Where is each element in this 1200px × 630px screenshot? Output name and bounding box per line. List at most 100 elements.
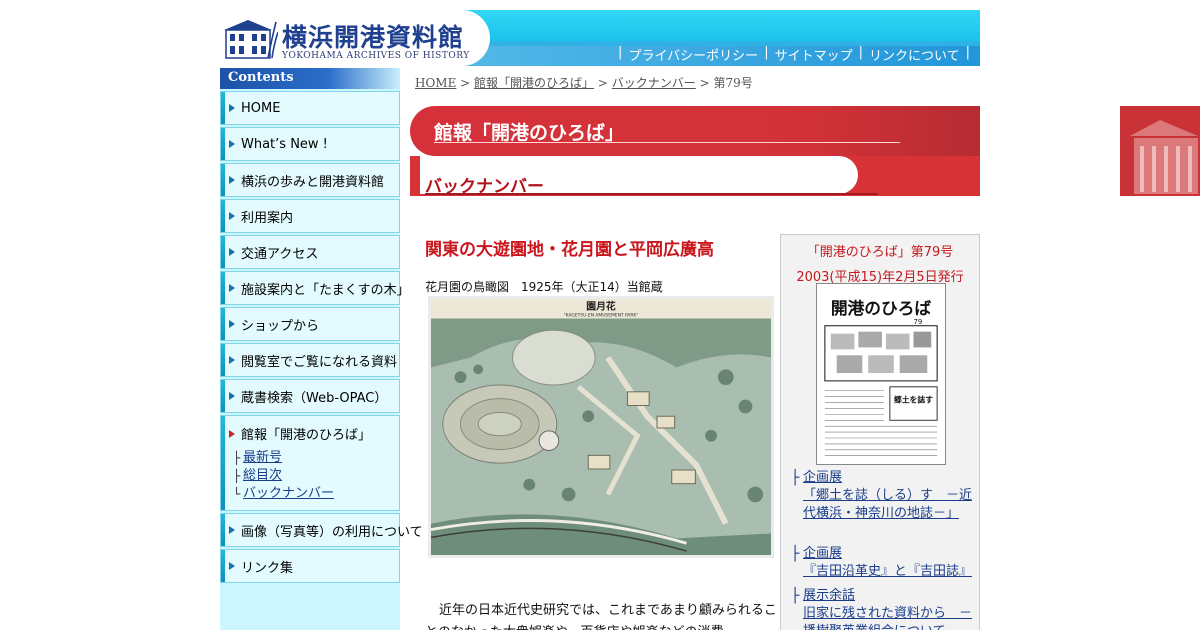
tree-branch-icon: ├ xyxy=(791,470,800,486)
sidebar-item-label: 閲覧室でご覧になれる資料 xyxy=(241,354,398,370)
topic-item: ├ 企画展 「郷土を誌（しる）す －近代横浜・神奈川の地誌－」 xyxy=(791,469,979,523)
issue-cover-image[interactable]: 開港のひろば 79 郷土を誌す xyxy=(816,283,946,465)
nav-edge xyxy=(221,308,225,340)
kagetsuen-map-image: 園月花 "KAGETSU-EN AMUSEMENT PARK" xyxy=(428,296,774,558)
arrow-right-icon xyxy=(229,212,235,220)
arrow-right-icon xyxy=(229,248,235,256)
page: 横浜開港資料館 YOKOHAMA ARCHIVES OF HISTORY | プ… xyxy=(0,0,1200,630)
sub-item-latest: ├ 最新号 xyxy=(233,449,334,467)
topic-desc-link[interactable]: 「郷土を誌（しる）す －近代横浜・神奈川の地誌－」 xyxy=(803,487,979,523)
sidebar-item-label: リンク集 xyxy=(241,560,294,576)
tree-branch-icon: ├ xyxy=(233,469,241,483)
newsletter-row[interactable]: 館報「開港のひろば」 xyxy=(221,424,371,443)
sidebar-item-shop[interactable]: ショップから xyxy=(220,307,400,341)
arrow-right-icon xyxy=(229,140,235,148)
issue-number: 「開港のひろば」第79号 xyxy=(806,245,954,260)
sidebar-item-label: 横浜の歩みと開港資料館 xyxy=(241,174,385,190)
sidebar-item-history[interactable]: 横浜の歩みと開港資料館 xyxy=(220,163,400,197)
arrow-right-icon xyxy=(229,356,235,364)
topic-title-link[interactable]: 企画展 xyxy=(803,469,979,487)
archives-building-icon xyxy=(224,20,278,59)
nav-edge xyxy=(221,272,225,304)
arrow-right-icon xyxy=(229,526,235,534)
breadcrumb-separator: > xyxy=(594,76,612,90)
site-logo[interactable]: 横浜開港資料館 YOKOHAMA ARCHIVES OF HISTORY xyxy=(220,10,490,66)
cover-heading: 郷土を誌す xyxy=(894,395,933,405)
arrow-right-icon xyxy=(229,176,235,184)
cover-title: 開港のひろば xyxy=(831,298,932,318)
issue-info-box: 「開港のひろば」第79号 2003(平成15)年2月5日発行 開港のひろば 79… xyxy=(780,234,980,630)
sidebar-item-image-use[interactable]: 画像（写真等）の利用について xyxy=(220,513,423,547)
sidebar-item-label: 画像（写真等）の利用について xyxy=(241,524,423,540)
arrow-right-icon xyxy=(229,562,235,570)
sidebar-item-newsletter: 館報「開港のひろば」 ├ 最新号 ├ 総目次 └ バックナンバー xyxy=(220,415,400,511)
privacy-policy-link[interactable]: プライバシーポリシー xyxy=(628,45,758,64)
sidebar-item-facilities[interactable]: 施設案内と「たまくすの木」 xyxy=(220,271,410,305)
site-title: 横浜開港資料館 xyxy=(282,23,465,52)
sidebar-item-label: ショップから xyxy=(241,318,320,334)
tree-branch-icon: ├ xyxy=(233,451,241,465)
nav-edge xyxy=(221,380,225,412)
historic-building-image xyxy=(1120,106,1200,196)
sidebar-item-label: What’s New ! xyxy=(241,136,328,152)
sidebar-item-guide[interactable]: 利用案内 xyxy=(220,199,400,233)
breadcrumb-separator: > xyxy=(695,76,714,90)
tree-end-icon: └ xyxy=(233,487,241,501)
arrow-right-icon xyxy=(229,104,235,112)
sidebar-item-access[interactable]: 交通アクセス xyxy=(220,235,400,269)
banner-rule xyxy=(425,193,878,195)
breadcrumb-newsletter[interactable]: 館報「開港のひろば」 xyxy=(474,76,594,90)
section-banner: 館報「開港のひろば」 xyxy=(410,106,980,156)
topic-title-link[interactable]: 企画展 xyxy=(803,545,972,563)
tree-branch-icon: ├ xyxy=(791,588,800,604)
sidebar-item-opac[interactable]: 蔵書検索（Web-OPAC） xyxy=(220,379,400,413)
sub-item-index: ├ 総目次 xyxy=(233,467,334,485)
link-policy-link[interactable]: リンクについて xyxy=(869,45,960,64)
nav-edge xyxy=(221,514,225,546)
nav-separator: | xyxy=(965,45,970,60)
breadcrumb: HOME > 館報「開港のひろば」 > バックナンバー > 第79号 xyxy=(415,74,753,91)
nav-edge xyxy=(221,416,225,510)
sidebar-item-label: 施設案内と「たまくすの木」 xyxy=(241,282,410,298)
site-subtitle: YOKOHAMA ARCHIVES OF HISTORY xyxy=(282,51,470,61)
nav-separator: | xyxy=(764,45,769,60)
sub-item-backnumber: └ バックナンバー xyxy=(233,485,334,503)
article-title: 関東の大遊園地・花月園と平岡広廣高 xyxy=(425,240,714,260)
nav-edge xyxy=(221,92,225,124)
arrow-right-active-icon xyxy=(229,429,235,438)
newsletter-sub-menu: ├ 最新号 ├ 総目次 └ バックナンバー xyxy=(233,449,334,503)
sidebar-item-label: 蔵書検索（Web-OPAC） xyxy=(241,390,388,406)
topic-item: ├ 展示余話 旧家に残された資料から －播樹聚英業組合について xyxy=(791,587,979,630)
article-body: 近年の日本近代史研究では、これまであまり顧みられることのなかった大衆娯楽や、百貨… xyxy=(425,603,777,630)
arrow-right-icon xyxy=(229,320,235,328)
topic-item: ├ 企画展 『吉田沿革史』と『吉田誌』 xyxy=(791,545,972,581)
section-title: 館報「開港のひろば」 xyxy=(434,122,625,144)
index-link[interactable]: 総目次 xyxy=(243,467,282,485)
sidebar-heading: Contents xyxy=(220,68,400,89)
nav-edge xyxy=(221,200,225,232)
arrow-right-icon xyxy=(229,392,235,400)
tree-branch-icon: ├ xyxy=(791,546,800,562)
latest-issue-link[interactable]: 最新号 xyxy=(243,449,282,467)
breadcrumb-backnumber[interactable]: バックナンバー xyxy=(612,76,696,90)
nav-edge xyxy=(221,550,225,582)
nav-edge xyxy=(221,164,225,196)
figure-caption: 花月園の鳥瞰図 1925年（大正14）当館蔵 xyxy=(425,280,663,294)
sidebar-item-links[interactable]: リンク集 xyxy=(220,549,400,583)
topic-desc-link[interactable]: 旧家に残された資料から －播樹聚英業組合について xyxy=(803,605,979,630)
sitemap-link[interactable]: サイトマップ xyxy=(775,45,853,64)
topic-desc-link[interactable]: 『吉田沿革史』と『吉田誌』 xyxy=(803,563,972,581)
sidebar-item-label: HOME xyxy=(241,100,281,116)
nav-edge xyxy=(221,236,225,268)
utility-nav: | プライバシーポリシー | サイトマップ | リンクについて | xyxy=(612,45,976,64)
breadcrumb-separator: > xyxy=(456,76,475,90)
back-number-link[interactable]: バックナンバー xyxy=(243,485,334,503)
banner-rule xyxy=(434,142,900,143)
breadcrumb-current: 第79号 xyxy=(713,76,753,90)
sidebar-item-label: 館報「開港のひろば」 xyxy=(241,428,372,443)
topic-title-link[interactable]: 展示余話 xyxy=(803,587,979,605)
sidebar-item-home[interactable]: HOME xyxy=(220,91,400,125)
sidebar-item-reading-room[interactable]: 閲覧室でご覧になれる資料 xyxy=(220,343,400,377)
breadcrumb-home[interactable]: HOME xyxy=(415,76,456,90)
sidebar-item-whats-new[interactable]: What’s New ! xyxy=(220,127,400,161)
